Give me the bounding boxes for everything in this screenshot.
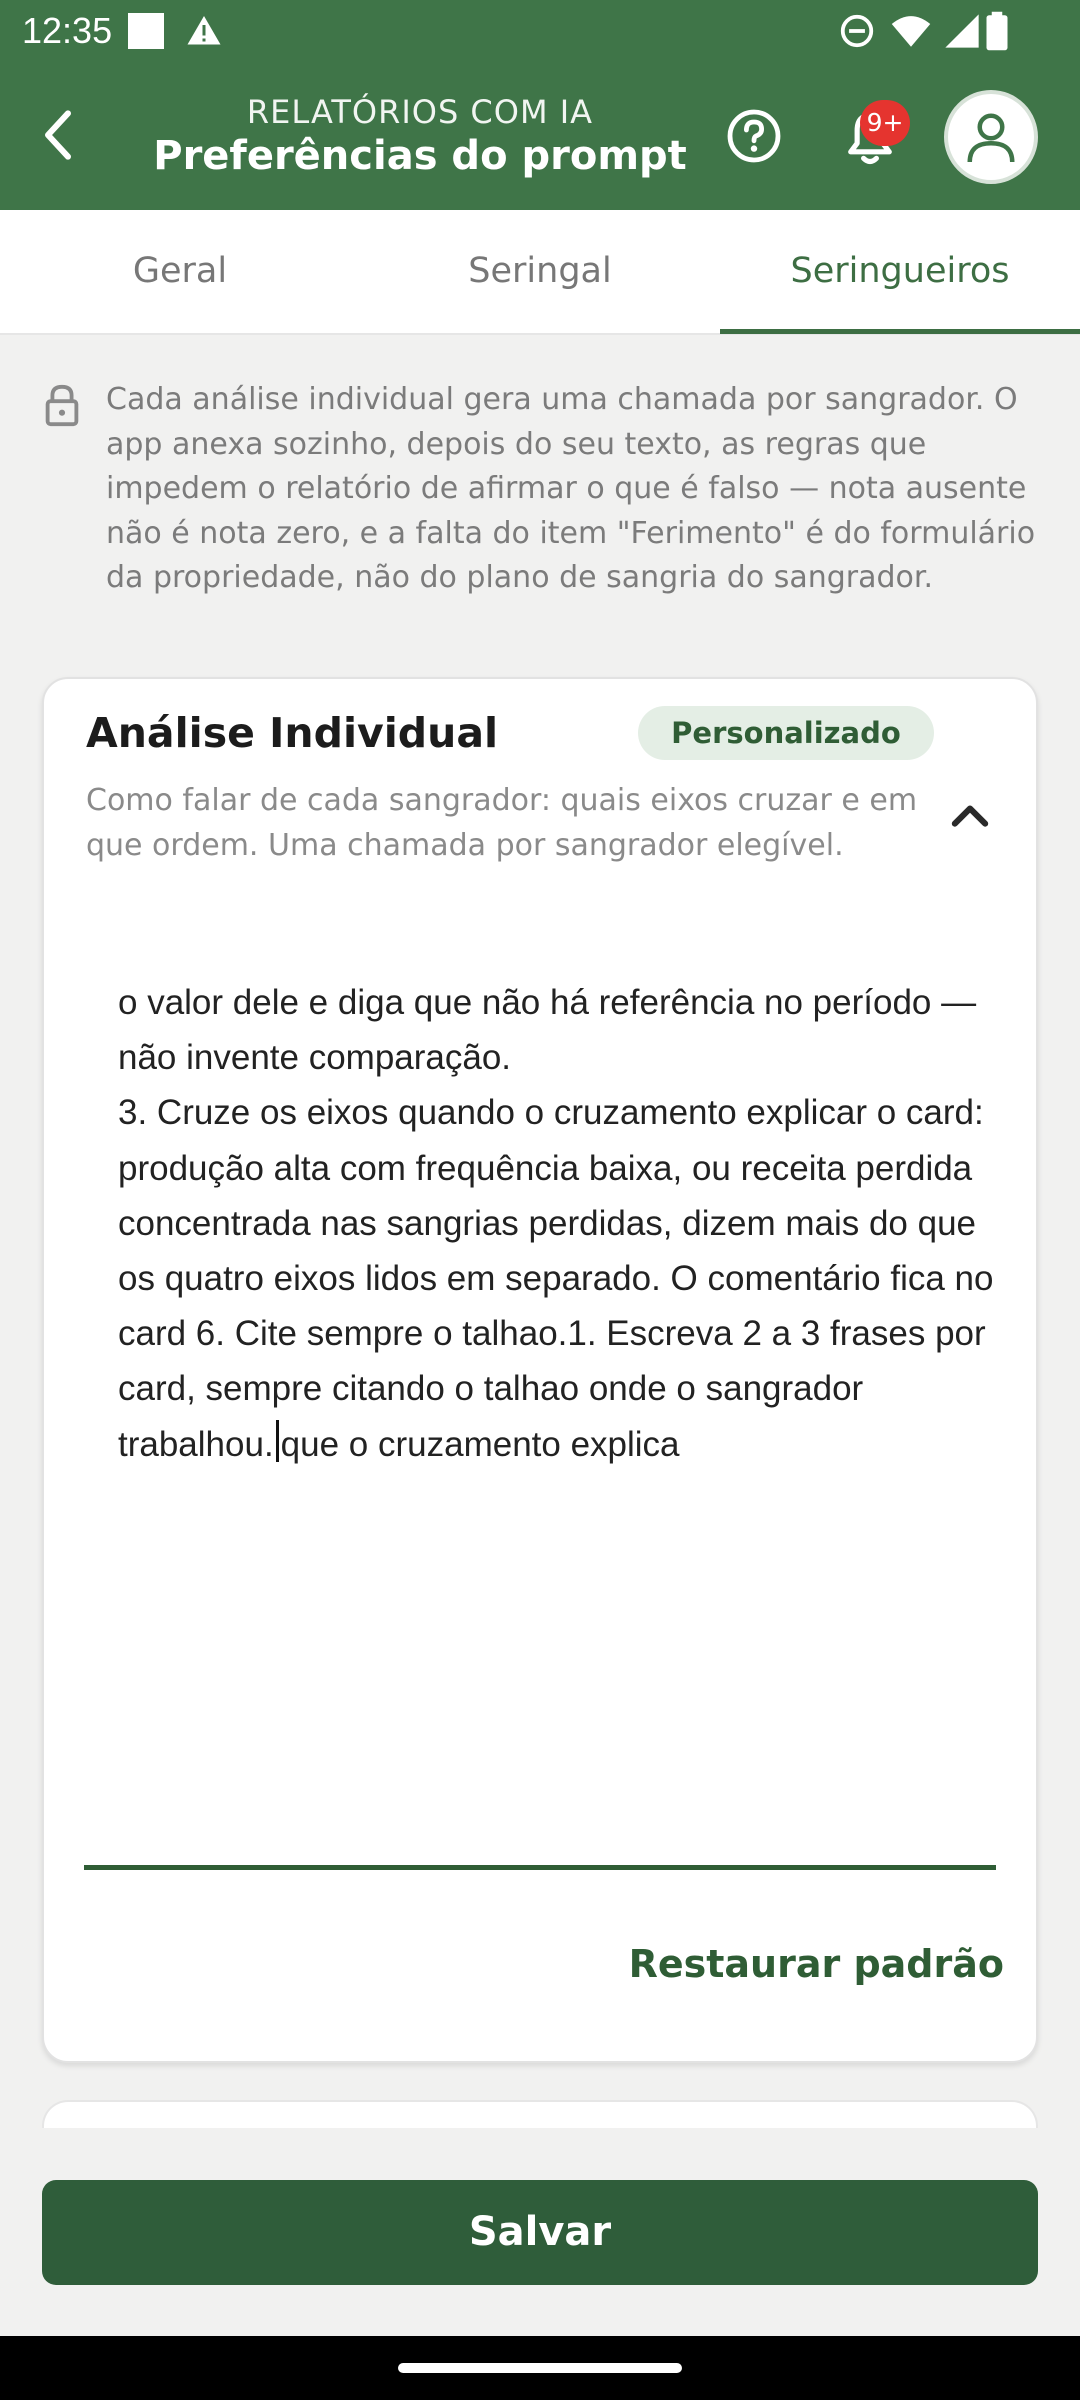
save-button[interactable]: Salvar bbox=[42, 2180, 1038, 2285]
chevron-up-icon[interactable] bbox=[944, 789, 996, 841]
prompt-text-after-caret: que o cruzamento explica bbox=[280, 1424, 680, 1464]
avatar[interactable] bbox=[944, 90, 1038, 184]
tab-seringueiros[interactable]: Seringueiros bbox=[720, 210, 1080, 335]
restore-default-button[interactable]: Restaurar padrão bbox=[604, 1929, 1004, 1999]
tab-geral[interactable]: Geral bbox=[0, 210, 360, 335]
info-text: Cada análise individual gera uma chamada… bbox=[106, 382, 1036, 595]
status-time: 12:35 bbox=[22, 10, 113, 51]
tab-bar: Geral Seringal Seringueiros bbox=[0, 210, 1080, 335]
prompt-text-before-caret: execução, qualidade e receita) nas duas … bbox=[118, 964, 994, 1464]
next-card-edge bbox=[42, 2100, 1038, 2130]
prompt-text: execução, qualidade e receita) nas duas … bbox=[118, 964, 998, 1472]
do-not-disturb-icon bbox=[840, 14, 874, 48]
header-overline: RELATÓRIOS COM IA bbox=[246, 93, 594, 131]
text-caret bbox=[275, 1419, 279, 1462]
battery-icon bbox=[986, 11, 1008, 51]
help-icon[interactable] bbox=[726, 108, 782, 164]
wifi-icon bbox=[891, 16, 931, 47]
app-header: 12:35 RELATÓRIOS COM IA Preferências do … bbox=[0, 0, 1080, 210]
notification-badge: 9+ bbox=[860, 100, 910, 146]
lock-icon bbox=[45, 384, 79, 427]
status-badge: Personalizado bbox=[638, 706, 934, 760]
notification-square-icon bbox=[128, 13, 164, 49]
home-indicator[interactable] bbox=[398, 2363, 682, 2373]
tab-seringal[interactable]: Seringal bbox=[360, 210, 720, 335]
active-tab-indicator bbox=[720, 329, 1080, 334]
card-description: Como falar de cada sangrador: quais eixo… bbox=[86, 783, 918, 863]
page-title: Preferências do prompt bbox=[153, 133, 687, 179]
textarea-underline bbox=[84, 1865, 996, 1870]
warning-icon bbox=[187, 16, 221, 45]
card-title: Análise Individual bbox=[86, 709, 499, 757]
user-icon bbox=[967, 113, 1015, 163]
individual-analysis-card: Análise Individual Personalizado Como fa… bbox=[42, 677, 1038, 2063]
prompt-textarea[interactable]: execução, qualidade e receita) nas duas … bbox=[86, 964, 998, 1551]
signal-icon bbox=[945, 14, 979, 48]
